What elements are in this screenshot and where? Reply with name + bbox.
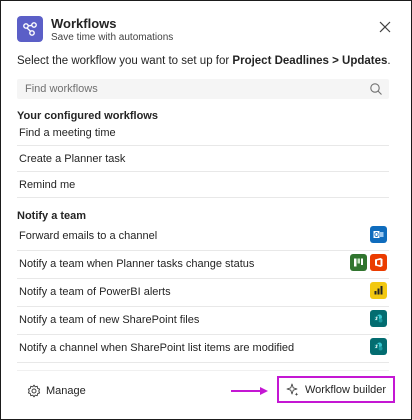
workflows-app-icon bbox=[17, 16, 43, 42]
workflow-label: Create a Planner task bbox=[19, 153, 126, 165]
manage-button[interactable]: Manage bbox=[27, 381, 86, 401]
workflow-label: Remind me bbox=[19, 179, 76, 191]
close-icon bbox=[379, 21, 391, 33]
notify-workflow-item[interactable]: Forward emails to a channel bbox=[17, 223, 389, 251]
search-icon[interactable] bbox=[369, 82, 383, 96]
prompt-prefix: Select the workflow you want to set up f… bbox=[17, 55, 233, 67]
workflow-builder-button[interactable]: Workflow builder bbox=[277, 376, 395, 403]
planner-icon bbox=[350, 254, 367, 271]
workflow-label: Notify a team when Planner tasks change … bbox=[19, 258, 255, 270]
workflow-label: Notify a team of new SharePoint files bbox=[19, 314, 200, 326]
setup-prompt: Select the workflow you want to set up f… bbox=[17, 55, 395, 67]
workflows-dialog: Workflows Save time with automations Sel… bbox=[0, 0, 412, 420]
dialog-header: Workflows Save time with automations bbox=[17, 15, 395, 45]
annotation-arrow-icon bbox=[231, 387, 268, 395]
workflow-label: Notify a team of PowerBI alerts bbox=[19, 286, 171, 298]
dialog-title: Workflows bbox=[51, 16, 117, 31]
dialog-subtitle: Save time with automations bbox=[51, 32, 174, 43]
prompt-separator: > bbox=[328, 55, 343, 67]
manage-label: Manage bbox=[46, 385, 86, 397]
sharepoint-icon bbox=[370, 310, 387, 327]
sparkle-icon bbox=[286, 383, 299, 396]
office-icon bbox=[370, 254, 387, 271]
configured-workflow-item[interactable]: Find a meeting time bbox=[17, 120, 389, 146]
notify-workflow-item[interactable]: Notify a team of new SharePoint files bbox=[17, 307, 389, 335]
prompt-team: Project Deadlines bbox=[232, 55, 329, 67]
workflow-label: Forward emails to a channel bbox=[19, 230, 158, 242]
gear-icon bbox=[27, 384, 41, 398]
sharepoint-icon bbox=[370, 338, 387, 355]
notify-workflow-item[interactable]: Notify a channel when SharePoint list it… bbox=[17, 335, 389, 363]
search-input[interactable] bbox=[17, 79, 357, 99]
prompt-suffix: . bbox=[387, 55, 391, 67]
outlook-icon bbox=[370, 226, 387, 243]
configured-workflow-item[interactable]: Remind me bbox=[17, 172, 389, 198]
notify-workflow-item[interactable]: Notify a team when Planner tasks change … bbox=[17, 251, 389, 279]
configured-workflow-item[interactable]: Create a Planner task bbox=[17, 146, 389, 172]
workflow-builder-label: Workflow builder bbox=[304, 383, 387, 396]
search-box bbox=[17, 79, 389, 99]
footer-divider bbox=[17, 370, 389, 371]
notify-section-title: Notify a team bbox=[17, 210, 87, 222]
close-button[interactable] bbox=[377, 19, 393, 35]
workflow-label: Find a meeting time bbox=[19, 127, 116, 139]
notify-workflow-item[interactable]: Notify a team of PowerBI alerts bbox=[17, 279, 389, 307]
prompt-channel: Updates bbox=[342, 55, 388, 67]
powerbi-icon bbox=[370, 282, 387, 299]
workflow-label: Notify a channel when SharePoint list it… bbox=[19, 342, 295, 354]
